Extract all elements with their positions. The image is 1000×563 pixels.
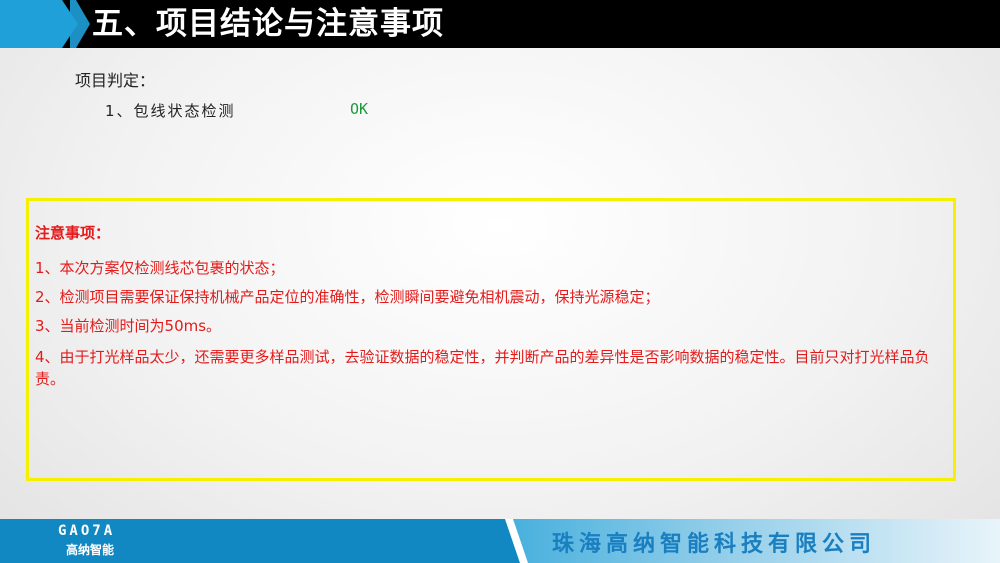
verdict-item-label: 1、包线状态检测	[105, 102, 236, 120]
verdict-heading: 项目判定：	[75, 71, 156, 90]
company-name: 珠海高纳智能科技有限公司	[552, 532, 877, 557]
company-logo-cn: 高纳智能	[66, 543, 115, 557]
company-logo: GAO7A	[58, 523, 116, 539]
note-item: 3、当前检测时间为50ms。	[35, 317, 222, 335]
note-item: 4、由于打光样品太少，还需要更多样品测试，去验证数据的稳定性，并判断产品的差异性…	[35, 348, 930, 388]
slide-header: 五、项目结论与注意事项	[0, 0, 1000, 48]
slide-title: 五、项目结论与注意事项	[92, 6, 444, 42]
notes-box	[26, 198, 956, 481]
note-item: 2、检测项目需要保证保持机械产品定位的准确性，检测瞬间要避免相机震动，保持光源稳…	[35, 288, 660, 306]
header-accent-stripe	[70, 0, 90, 48]
note-item: 1、本次方案仅检测线芯包裹的状态；	[35, 259, 285, 277]
header-accent-chevron	[0, 0, 78, 48]
notes-title: 注意事项：	[35, 224, 111, 242]
verdict-item-result: OK	[350, 100, 369, 118]
